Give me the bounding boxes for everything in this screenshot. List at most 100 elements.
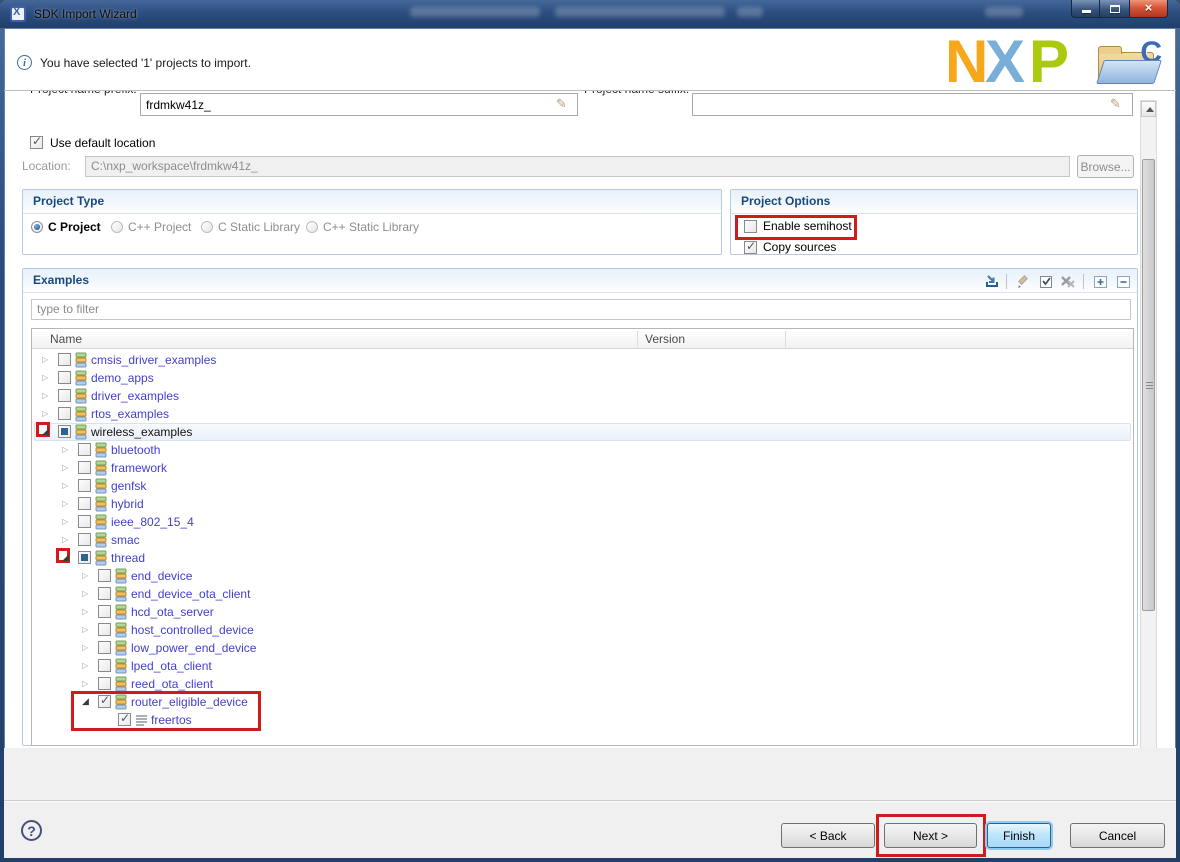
tree-expand-arrow-icon[interactable]: ▷ — [42, 407, 48, 420]
tree-expand-arrow-icon[interactable]: ▷ — [82, 605, 88, 618]
tree-collapse-arrow-icon[interactable]: ◢ — [42, 425, 49, 438]
tree-expand-arrow-icon[interactable]: ▷ — [62, 461, 68, 474]
tree-row[interactable]: ◢ wireless_examples — [32, 423, 1133, 441]
help-button[interactable]: ? — [21, 820, 42, 841]
tree-checkbox-unchecked[interactable] — [78, 533, 91, 546]
tree-expand-arrow-icon[interactable]: ▷ — [62, 497, 68, 510]
select-all-icon[interactable] — [1038, 273, 1055, 290]
tree-row[interactable]: ▷ framework — [32, 459, 1133, 477]
cancel-button[interactable]: Cancel — [1070, 823, 1165, 848]
tree-row[interactable]: ▷ host_controlled_device — [32, 621, 1133, 639]
enable-semihost-checkbox[interactable] — [744, 220, 757, 233]
tree-item-label[interactable]: demo_apps — [91, 371, 154, 385]
tree-expand-arrow-icon[interactable]: ▷ — [82, 569, 88, 582]
tree-expand-arrow-icon[interactable]: ▷ — [82, 623, 88, 636]
tree-row[interactable]: ◢ thread — [32, 549, 1133, 567]
copy-sources-checkbox[interactable] — [744, 241, 757, 254]
tree-checkbox-unchecked[interactable] — [78, 479, 91, 492]
tree-row[interactable]: ▷ hybrid — [32, 495, 1133, 513]
expand-all-icon[interactable] — [1092, 273, 1109, 290]
tree-checkbox-unchecked[interactable] — [98, 677, 111, 690]
tree-row[interactable]: ▷ hcd_ota_server — [32, 603, 1133, 621]
tree-item-label[interactable]: wireless_examples — [91, 425, 192, 439]
tree-row[interactable]: ▷ rtos_examples — [32, 405, 1133, 423]
maximize-button[interactable] — [1100, 0, 1129, 18]
tree-checkbox-unchecked[interactable] — [58, 407, 71, 420]
radio-c-static-library[interactable] — [306, 221, 318, 233]
back-button[interactable]: < Back — [781, 823, 875, 848]
finish-button[interactable]: Finish — [987, 823, 1051, 848]
tree-checkbox-unchecked[interactable] — [98, 623, 111, 636]
tree-expand-arrow-icon[interactable]: ▷ — [62, 443, 68, 456]
deselect-all-icon[interactable] — [1059, 273, 1076, 290]
scrollbar-thumb[interactable] — [1142, 159, 1155, 611]
tree-checkbox-tristate[interactable] — [78, 551, 91, 564]
tree-item-label[interactable]: low_power_end_device — [131, 641, 256, 655]
tree-expand-arrow-icon[interactable]: ▷ — [62, 479, 68, 492]
tree-row[interactable]: ▷ bluetooth — [32, 441, 1133, 459]
vertical-scrollbar[interactable] — [1140, 100, 1157, 795]
tree-checkbox-unchecked[interactable] — [98, 569, 111, 582]
tree-item-label[interactable]: smac — [111, 533, 140, 547]
import-examples-icon[interactable] — [984, 273, 1001, 290]
tree-row[interactable]: ▷ cmsis_driver_examples — [32, 351, 1133, 369]
tree-item-label[interactable]: genfsk — [111, 479, 146, 493]
project-name-prefix-input[interactable] — [140, 93, 578, 116]
tree-expand-arrow-icon[interactable]: ▷ — [42, 389, 48, 402]
tree-item-label[interactable]: end_device_ota_client — [131, 587, 250, 601]
tree-item-label[interactable]: thread — [111, 551, 145, 565]
tree-item-label[interactable]: host_controlled_device — [131, 623, 254, 637]
tree-item-label[interactable]: driver_examples — [91, 389, 179, 403]
tree-checkbox-unchecked[interactable] — [58, 389, 71, 402]
tree-item-label[interactable]: lped_ota_client — [131, 659, 212, 673]
minimize-button[interactable] — [1071, 0, 1100, 18]
tree-expand-arrow-icon[interactable]: ▷ — [82, 587, 88, 600]
tree-checkbox-unchecked[interactable] — [78, 461, 91, 474]
tree-expand-arrow-icon[interactable]: ▷ — [42, 371, 48, 384]
project-name-suffix-input[interactable] — [692, 93, 1133, 116]
tree-checkbox-unchecked[interactable] — [78, 515, 91, 528]
collapse-all-icon[interactable] — [1115, 273, 1132, 290]
radio-c-project[interactable] — [31, 221, 43, 233]
tree-expand-arrow-icon[interactable]: ▷ — [62, 515, 68, 528]
tree-row[interactable]: ▷ driver_examples — [32, 387, 1133, 405]
tree-expand-arrow-icon[interactable]: ▷ — [62, 533, 68, 546]
tree-checkbox-unchecked[interactable] — [78, 497, 91, 510]
tree-item-label[interactable]: end_device — [131, 569, 192, 583]
tree-row[interactable]: ▷ end_device — [32, 567, 1133, 585]
examples-filter-input[interactable]: type to filter — [31, 299, 1131, 320]
tree-row[interactable]: ▷ smac — [32, 531, 1133, 549]
tree-expand-arrow-icon[interactable]: ▷ — [82, 677, 88, 690]
tree-row[interactable]: ▷ lped_ota_client — [32, 657, 1133, 675]
tree-expand-arrow-icon[interactable]: ▷ — [82, 641, 88, 654]
tree-checkbox-tristate[interactable] — [58, 425, 71, 438]
tree-checkbox-unchecked[interactable] — [98, 587, 111, 600]
tree-checkbox-unchecked[interactable] — [98, 659, 111, 672]
tree-expand-arrow-icon[interactable]: ▷ — [42, 353, 48, 366]
tree-row[interactable]: ▷ genfsk — [32, 477, 1133, 495]
tree-checkbox-unchecked[interactable] — [78, 443, 91, 456]
tree-item-label[interactable]: bluetooth — [111, 443, 160, 457]
tree-item-label[interactable]: ieee_802_15_4 — [111, 515, 194, 529]
radio-c-project[interactable] — [111, 221, 123, 233]
tree-checkbox-unchecked[interactable] — [58, 371, 71, 384]
tree-row[interactable]: ▷ demo_apps — [32, 369, 1133, 387]
radio-c-static-library[interactable] — [201, 221, 213, 233]
tree-item-label[interactable]: framework — [111, 461, 167, 475]
close-button[interactable]: × — [1129, 0, 1168, 18]
edit-icon[interactable] — [1015, 273, 1032, 290]
tree-row[interactable]: ▷ ieee_802_15_4 — [32, 513, 1133, 531]
tree-item-label[interactable]: hybrid — [111, 497, 144, 511]
scrollbar-up-arrow-icon[interactable] — [1141, 101, 1156, 117]
tree-collapse-arrow-icon[interactable]: ◢ — [62, 551, 69, 564]
tree-item-label[interactable]: reed_ota_client — [131, 677, 213, 691]
tree-item-label[interactable]: hcd_ota_server — [131, 605, 214, 619]
tree-checkbox-unchecked[interactable] — [98, 641, 111, 654]
tree-expand-arrow-icon[interactable]: ▷ — [82, 659, 88, 672]
tree-row[interactable]: ▷ end_device_ota_client — [32, 585, 1133, 603]
browse-button[interactable]: Browse... — [1077, 155, 1134, 178]
tree-item-label[interactable]: cmsis_driver_examples — [91, 353, 216, 367]
tree-item-label[interactable]: rtos_examples — [91, 407, 169, 421]
use-default-location-checkbox[interactable] — [30, 136, 43, 149]
tree-checkbox-unchecked[interactable] — [98, 605, 111, 618]
